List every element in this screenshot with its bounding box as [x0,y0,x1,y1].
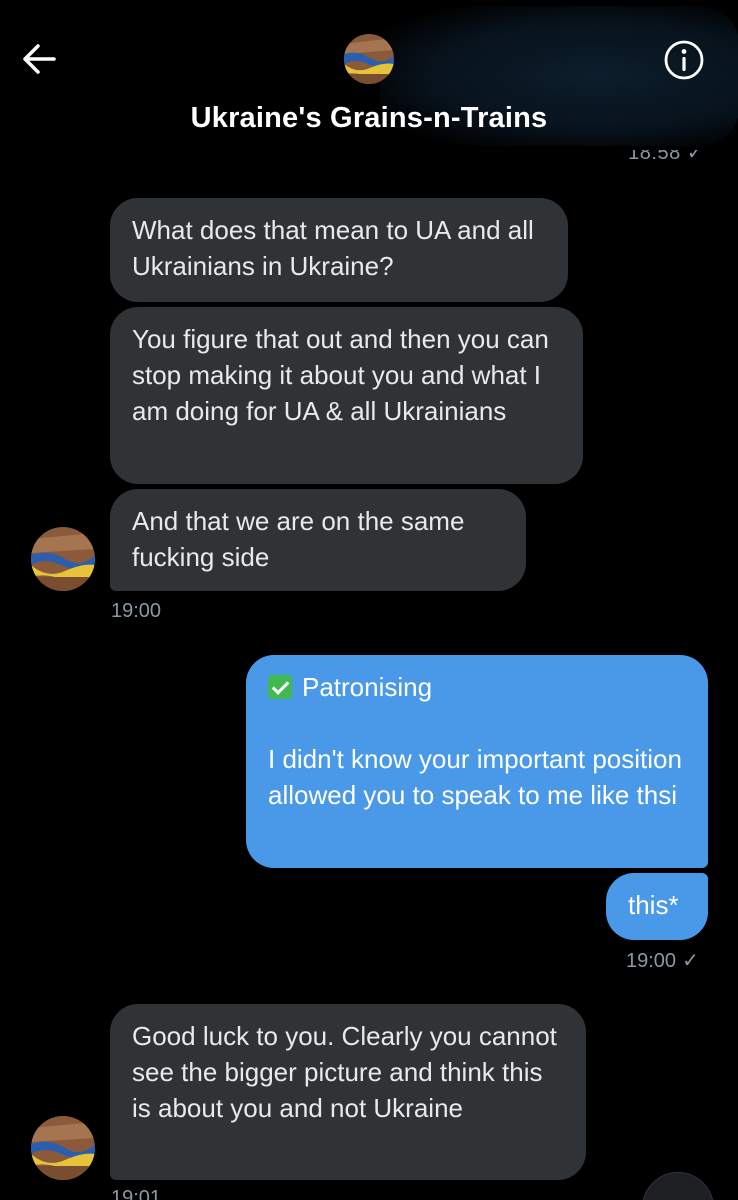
conversation-header: Ukraine's Grains-n-Trains [0,0,738,150]
header-avatar[interactable] [344,34,394,84]
check-mark-icon [268,675,292,699]
incoming-message[interactable]: Good luck to you. Clearly you cannot see… [110,1004,586,1180]
incoming-message[interactable]: What does that mean to UA and all Ukrain… [110,198,568,302]
outgoing-message[interactable]: Patronising I didn't know your important… [246,655,708,868]
outgoing-message-body: I didn't know your important position al… [268,744,682,810]
dm-screen: Ukraine's Grains-n-Trains 18:58 ✓ What do… [0,0,738,1200]
arrow-left-icon[interactable] [18,38,60,80]
incoming-message[interactable]: And that we are on the same fucking side [110,489,526,591]
message-timestamp: 19:00 [111,600,162,622]
outgoing-message-title: Patronising [268,669,686,705]
outgoing-message[interactable]: this* [606,873,708,940]
message-timestamp: 19:00 ✓ [626,950,699,972]
info-icon[interactable] [662,38,706,82]
conversation-title: Ukraine's Grains-n-Trains [190,102,548,134]
sender-avatar[interactable] [31,527,95,591]
scroll-down-button[interactable] [642,1172,714,1200]
sent-check-icon: ✓ [682,950,699,972]
message-timestamp: 19:01 [111,1187,162,1200]
sender-avatar[interactable] [31,1116,95,1180]
incoming-message[interactable]: You figure that out and then you can sto… [110,307,583,484]
